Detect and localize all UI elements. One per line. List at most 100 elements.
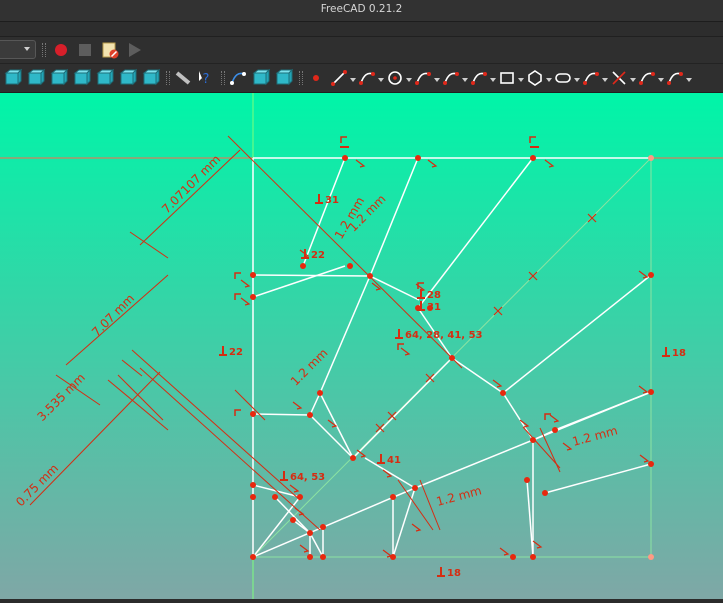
chevron-down-icon[interactable] <box>518 78 524 82</box>
sketch-vertex[interactable] <box>250 411 256 417</box>
sketch-vertex[interactable] <box>307 554 313 560</box>
arc-button[interactable] <box>357 68 377 88</box>
sketch-vertex[interactable] <box>300 263 306 269</box>
sketch-vertex[interactable] <box>250 272 256 278</box>
fillet-button[interactable] <box>581 68 601 88</box>
chevron-down-icon[interactable] <box>630 78 636 82</box>
view-top-button[interactable] <box>49 68 69 88</box>
sketch-vertex[interactable] <box>290 517 296 523</box>
sketch-vertex[interactable] <box>390 554 396 560</box>
circle-button[interactable] <box>385 68 405 88</box>
toolbar-grip[interactable] <box>166 71 170 85</box>
record-macro-button[interactable] <box>51 40 71 60</box>
extend-button[interactable] <box>637 68 657 88</box>
trim-button[interactable] <box>609 68 629 88</box>
chevron-down-icon[interactable] <box>602 78 608 82</box>
toolbar-grip[interactable] <box>299 71 303 85</box>
view-rear-button[interactable] <box>95 68 115 88</box>
sketch-vertex[interactable] <box>297 494 303 500</box>
rectangle-button[interactable] <box>497 68 517 88</box>
macro-combo[interactable] <box>0 40 36 59</box>
sketch-vertex[interactable] <box>367 273 373 279</box>
polygon-button[interactable] <box>525 68 545 88</box>
view-front-icon <box>27 68 46 86</box>
sketch-vertex[interactable] <box>648 554 654 560</box>
constraint-label[interactable]: 64, 28, 41, 53 <box>395 329 483 341</box>
chevron-down-icon[interactable] <box>406 78 412 82</box>
svg-text:18: 18 <box>447 568 461 579</box>
sketch-vertex[interactable] <box>342 155 348 161</box>
3d-viewport[interactable]: 7.07107 mm 7.07 mm 3.535 mm 0.75 mm 1.2 mm 1.… <box>0 93 723 599</box>
execute-macro-button[interactable] <box>124 40 144 60</box>
point-button[interactable] <box>306 68 326 88</box>
macros-button[interactable] <box>100 40 120 60</box>
chevron-down-icon[interactable] <box>350 78 356 82</box>
external-button[interactable] <box>665 68 685 88</box>
sketch-vertex[interactable] <box>320 524 326 530</box>
view-fit-button[interactable] <box>3 68 23 88</box>
toolbar-grip[interactable] <box>221 71 225 85</box>
sketch-vertex[interactable] <box>500 390 506 396</box>
chevron-down-icon[interactable] <box>574 78 580 82</box>
sketch-vertex[interactable] <box>530 437 536 443</box>
sketch-vertex[interactable] <box>648 389 654 395</box>
sketch-vertex[interactable] <box>250 494 256 500</box>
sketch-vertex[interactable] <box>524 477 530 483</box>
view-sketch-button[interactable] <box>251 68 271 88</box>
view-left-button[interactable] <box>141 68 161 88</box>
sketch-vertex[interactable] <box>542 490 548 496</box>
sketch-vertex[interactable] <box>449 355 455 361</box>
bspline-button[interactable] <box>441 68 461 88</box>
sketch-vertex[interactable] <box>648 155 654 161</box>
chevron-down-icon[interactable] <box>546 78 552 82</box>
view-section-button[interactable] <box>274 68 294 88</box>
line-button[interactable] <box>329 68 349 88</box>
sketch-vertex[interactable] <box>307 530 313 536</box>
chevron-down-icon[interactable] <box>462 78 468 82</box>
stop-macro-button[interactable] <box>75 40 95 60</box>
view-bottom-button[interactable] <box>118 68 138 88</box>
sketch-vertex[interactable] <box>250 554 256 560</box>
sketch-vertex[interactable] <box>415 155 421 161</box>
sketch-vertex[interactable] <box>307 412 313 418</box>
sketch-edge[interactable] <box>252 413 311 416</box>
view-front-button[interactable] <box>26 68 46 88</box>
measure-button[interactable] <box>173 68 193 88</box>
sketch-vertex[interactable] <box>272 494 278 500</box>
view-right-button[interactable] <box>72 68 92 88</box>
sketch-vertex[interactable] <box>250 294 256 300</box>
conic-button[interactable] <box>413 68 433 88</box>
slot-button[interactable] <box>553 68 573 88</box>
horizontal-icon[interactable] <box>340 146 349 148</box>
chevron-down-icon[interactable] <box>378 78 384 82</box>
chevron-down-icon[interactable] <box>434 78 440 82</box>
toolbar-grip[interactable] <box>42 43 46 57</box>
chevron-down-icon[interactable] <box>686 78 692 82</box>
svg-text:31: 31 <box>325 195 339 206</box>
menu-bar <box>0 22 723 37</box>
polyline-button[interactable] <box>469 68 489 88</box>
sketch-vertex[interactable] <box>317 390 323 396</box>
sketch-edge[interactable] <box>252 274 371 277</box>
sketch-vertex[interactable] <box>250 482 256 488</box>
chevron-down-icon[interactable] <box>490 78 496 82</box>
sketch-vertex[interactable] <box>350 455 356 461</box>
sketch-vertex[interactable] <box>530 554 536 560</box>
leave-sketch-button[interactable] <box>228 68 248 88</box>
chevron-down-icon[interactable] <box>658 78 664 82</box>
sketch-vertex[interactable] <box>530 155 536 161</box>
sketch-canvas[interactable]: 7.07107 mm7.07 mm3.535 mm0.75 mm1.2 mm1.… <box>0 93 723 599</box>
trim-icon <box>612 71 626 85</box>
whats-this-button[interactable]: ? <box>196 68 216 88</box>
sketch-vertex[interactable] <box>412 485 418 491</box>
svg-text:18: 18 <box>672 348 686 359</box>
sketch-vertex[interactable] <box>510 554 516 560</box>
sketch-vertex[interactable] <box>552 427 558 433</box>
sketch-vertex[interactable] <box>648 272 654 278</box>
sketch-vertex[interactable] <box>320 554 326 560</box>
sketch-vertex[interactable] <box>648 461 654 467</box>
circle-icon <box>388 71 402 85</box>
sketch-vertex[interactable] <box>347 263 353 269</box>
horizontal-icon[interactable] <box>530 146 539 148</box>
sketch-vertex[interactable] <box>390 494 396 500</box>
